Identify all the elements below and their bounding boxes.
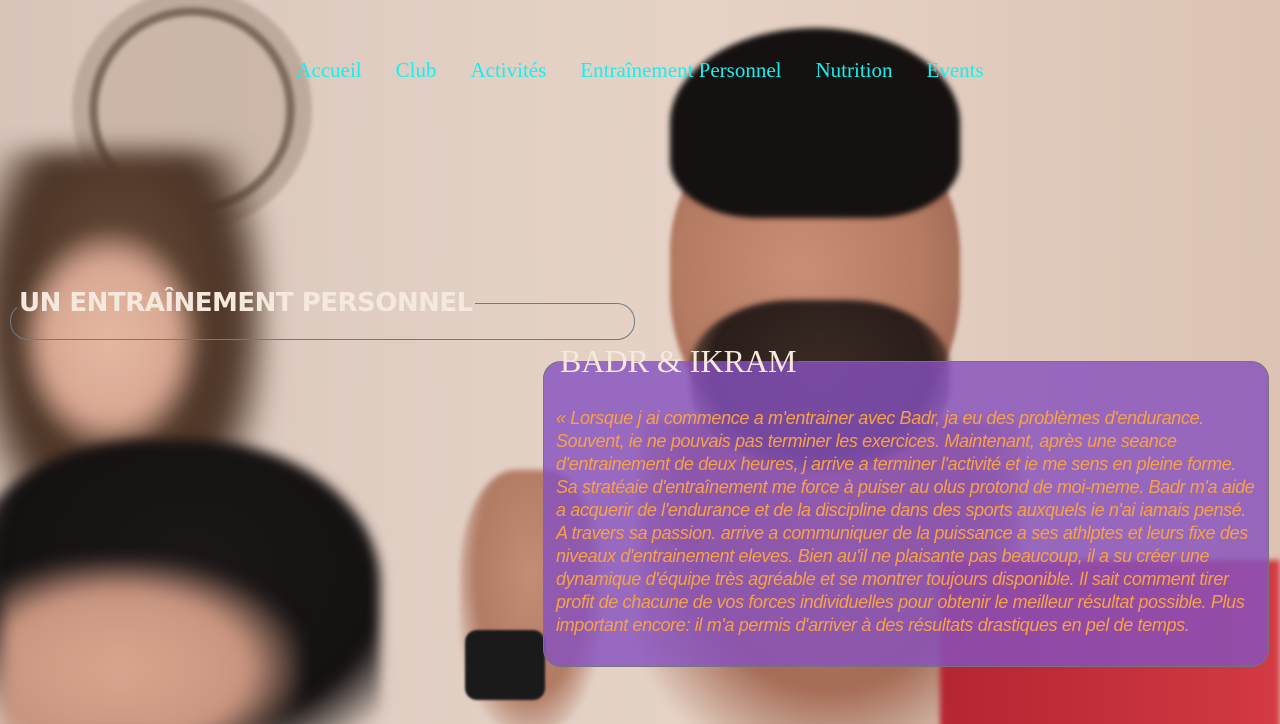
nav-link-accueil[interactable]: Accueil (296, 58, 361, 83)
nav-link-club[interactable]: Club (396, 58, 437, 83)
testimonial-quote: « Lorsque j ai commence a m'entrainer av… (556, 408, 1255, 635)
testimonial-author: BADR & IKRAM (560, 343, 797, 379)
photo-woman-arm (0, 560, 300, 724)
nav-link-entrainement-personnel[interactable]: Entraînement Personnel (580, 58, 781, 83)
testimonial-card: BADR & IKRAM « Lorsque j ai commence a m… (543, 345, 1269, 667)
nav-link-nutrition[interactable]: Nutrition (816, 58, 893, 83)
nav-link-events[interactable]: Events (927, 58, 984, 83)
main-nav: Accueil Club Activités Entraînement Pers… (0, 58, 1280, 83)
photo-man-hair (670, 28, 960, 218)
nav-link-activites[interactable]: Activités (470, 58, 546, 83)
photo-woman-face (20, 230, 200, 450)
hero-heading-box: UN ENTRAÎNEMENT PERSONNEL (10, 290, 635, 340)
hero-heading: UN ENTRAÎNEMENT PERSONNEL (19, 288, 473, 318)
photo-watch (465, 630, 545, 700)
